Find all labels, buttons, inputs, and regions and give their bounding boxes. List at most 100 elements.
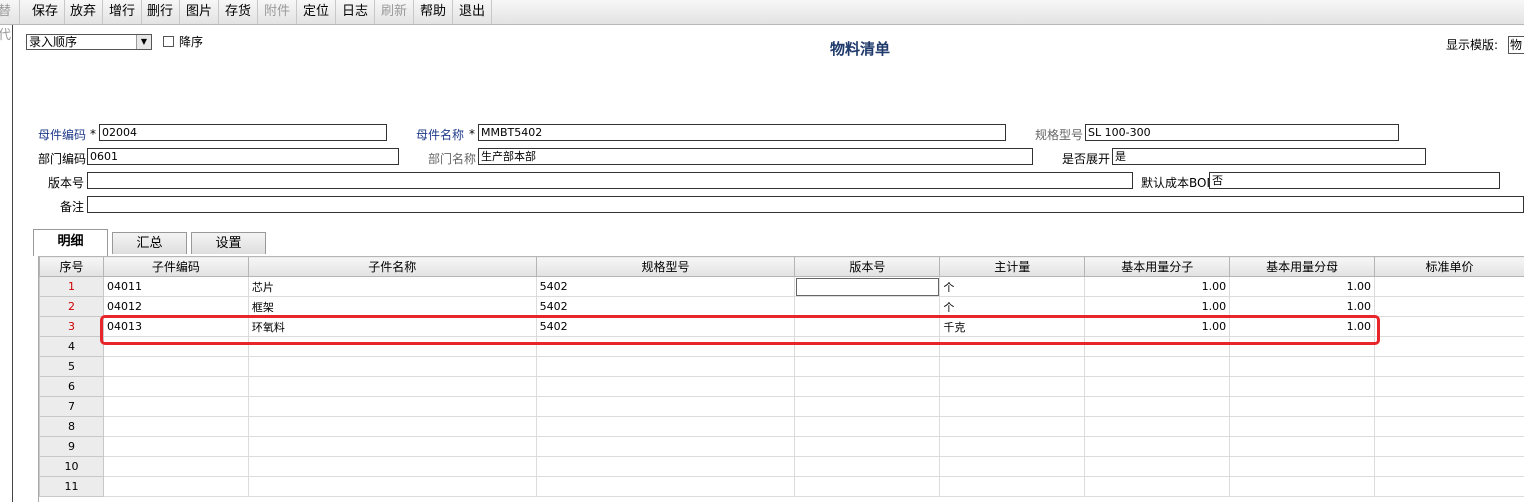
col-header-child-name[interactable]: 子件名称 bbox=[247, 256, 537, 277]
table-row[interactable]: 2 04012 框架 5402 个 1.00 1.00 bbox=[39, 296, 1524, 317]
cell-qty-numerator[interactable]: 1.00 bbox=[1084, 296, 1231, 317]
cell-spec[interactable] bbox=[535, 396, 796, 417]
cell-child-name[interactable] bbox=[247, 396, 537, 417]
cell-child-code[interactable] bbox=[102, 416, 249, 437]
cell-qty-numerator[interactable]: 1.00 bbox=[1084, 276, 1231, 297]
cell-qty-numerator[interactable] bbox=[1084, 436, 1231, 457]
row-number[interactable]: 7 bbox=[39, 396, 104, 417]
spec-input[interactable]: SL 100-300 bbox=[1085, 124, 1399, 141]
cell-child-name[interactable] bbox=[247, 376, 537, 397]
table-row[interactable]: 10 bbox=[39, 456, 1524, 477]
cell-qty-numerator[interactable] bbox=[1084, 376, 1231, 397]
cell-standard-price[interactable] bbox=[1374, 276, 1524, 297]
col-header-qty-numerator[interactable]: 基本用量分子 bbox=[1084, 256, 1231, 277]
col-header-qty-denominator[interactable]: 基本用量分母 bbox=[1229, 256, 1376, 277]
cell-child-name[interactable] bbox=[247, 356, 537, 377]
row-number[interactable]: 5 bbox=[39, 356, 104, 377]
cell-child-code[interactable] bbox=[102, 456, 249, 477]
table-row[interactable]: 9 bbox=[39, 436, 1524, 457]
dropdown-arrow-icon[interactable]: ▼ bbox=[136, 35, 151, 49]
cell-standard-price[interactable] bbox=[1374, 316, 1524, 337]
table-row[interactable]: 3 04013 环氧料 5402 千克 1.00 1.00 bbox=[39, 316, 1524, 337]
col-header-child-code[interactable]: 子件编码 bbox=[102, 256, 249, 277]
toolbar-help-button[interactable]: 帮助 bbox=[416, 0, 453, 24]
cell-standard-price[interactable] bbox=[1374, 456, 1524, 477]
cell-qty-numerator[interactable] bbox=[1084, 456, 1231, 477]
row-number[interactable]: 9 bbox=[39, 436, 104, 457]
col-header-row-number[interactable]: 序号 bbox=[39, 256, 104, 277]
display-template-select[interactable]: 物 bbox=[1508, 36, 1524, 54]
toolbar-locate-button[interactable]: 定位 bbox=[299, 0, 336, 24]
cell-child-code[interactable] bbox=[102, 396, 249, 417]
cell-qty-denominator[interactable] bbox=[1229, 456, 1376, 477]
cell-child-name[interactable] bbox=[247, 456, 537, 477]
row-number[interactable]: 3 bbox=[39, 316, 104, 337]
cell-standard-price[interactable] bbox=[1374, 436, 1524, 457]
cell-spec[interactable] bbox=[535, 456, 796, 477]
cell-standard-price[interactable] bbox=[1374, 356, 1524, 377]
table-row[interactable]: 4 bbox=[39, 336, 1524, 357]
table-row[interactable]: 7 bbox=[39, 396, 1524, 417]
cell-version[interactable] bbox=[794, 316, 941, 337]
cell-version[interactable] bbox=[794, 356, 941, 377]
toolbar-inventory-button[interactable]: 存货 bbox=[221, 0, 258, 24]
cell-spec[interactable] bbox=[535, 476, 796, 497]
cell-child-code[interactable] bbox=[102, 376, 249, 397]
cell-standard-price[interactable] bbox=[1374, 376, 1524, 397]
row-number[interactable]: 8 bbox=[39, 416, 104, 437]
col-header-uom[interactable]: 主计量 bbox=[939, 256, 1086, 277]
cell-uom[interactable] bbox=[939, 376, 1086, 397]
cell-version[interactable] bbox=[794, 336, 941, 357]
cell-uom[interactable] bbox=[939, 396, 1086, 417]
cell-version[interactable] bbox=[794, 276, 941, 297]
cell-qty-denominator[interactable]: 1.00 bbox=[1229, 316, 1376, 337]
cell-version[interactable] bbox=[794, 376, 941, 397]
table-row[interactable]: 1 04011 芯片 5402 个 1.00 1.00 bbox=[39, 276, 1524, 297]
cell-child-name[interactable]: 框架 bbox=[247, 296, 537, 317]
cell-qty-numerator[interactable] bbox=[1084, 356, 1231, 377]
cell-qty-denominator[interactable]: 1.00 bbox=[1229, 296, 1376, 317]
cell-qty-numerator[interactable] bbox=[1084, 416, 1231, 437]
toolbar-save-button[interactable]: 保存 bbox=[28, 0, 65, 24]
cell-qty-numerator[interactable] bbox=[1084, 396, 1231, 417]
row-number[interactable]: 10 bbox=[39, 456, 104, 477]
cell-qty-denominator[interactable] bbox=[1229, 376, 1376, 397]
cell-child-code[interactable]: 04011 bbox=[102, 276, 249, 297]
cell-child-code[interactable] bbox=[102, 476, 249, 497]
tab-detail[interactable]: 明细 bbox=[33, 229, 108, 256]
row-number[interactable]: 4 bbox=[39, 336, 104, 357]
table-row[interactable]: 5 bbox=[39, 356, 1524, 377]
cell-spec[interactable]: 5402 bbox=[535, 296, 796, 317]
cell-qty-denominator[interactable] bbox=[1229, 416, 1376, 437]
cell-qty-denominator[interactable] bbox=[1229, 436, 1376, 457]
cell-standard-price[interactable] bbox=[1374, 396, 1524, 417]
cell-qty-denominator[interactable] bbox=[1229, 396, 1376, 417]
tab-settings[interactable]: 设置 bbox=[191, 232, 266, 254]
cell-child-code[interactable]: 04013 bbox=[102, 316, 249, 337]
cell-child-name[interactable] bbox=[247, 476, 537, 497]
table-row[interactable]: 8 bbox=[39, 416, 1524, 437]
cell-uom[interactable]: 个 bbox=[939, 296, 1086, 317]
cell-uom[interactable] bbox=[939, 476, 1086, 497]
toolbar-replace-button[interactable]: 替代 bbox=[0, 0, 20, 43]
cell-spec[interactable] bbox=[535, 436, 796, 457]
cell-qty-numerator[interactable]: 1.00 bbox=[1084, 316, 1231, 337]
row-number[interactable]: 1 bbox=[39, 276, 104, 297]
toolbar-refresh-button[interactable]: 刷新 bbox=[377, 0, 414, 24]
row-number[interactable]: 6 bbox=[39, 376, 104, 397]
cell-qty-denominator[interactable]: 1.00 bbox=[1229, 276, 1376, 297]
cell-spec[interactable] bbox=[535, 336, 796, 357]
toolbar-exit-button[interactable]: 退出 bbox=[455, 0, 492, 24]
row-number[interactable]: 2 bbox=[39, 296, 104, 317]
cell-child-name[interactable]: 环氧料 bbox=[247, 316, 537, 337]
cell-child-code[interactable]: 04012 bbox=[102, 296, 249, 317]
cell-standard-price[interactable] bbox=[1374, 416, 1524, 437]
cell-version[interactable] bbox=[794, 396, 941, 417]
parent-code-input[interactable]: 02004 bbox=[99, 124, 387, 141]
cell-child-code[interactable] bbox=[102, 356, 249, 377]
toolbar-log-button[interactable]: 日志 bbox=[338, 0, 375, 24]
remark-input[interactable] bbox=[87, 196, 1524, 213]
cell-child-code[interactable] bbox=[102, 336, 249, 357]
cell-child-name[interactable] bbox=[247, 436, 537, 457]
toolbar-delete-row-button[interactable]: 删行 bbox=[143, 0, 180, 24]
